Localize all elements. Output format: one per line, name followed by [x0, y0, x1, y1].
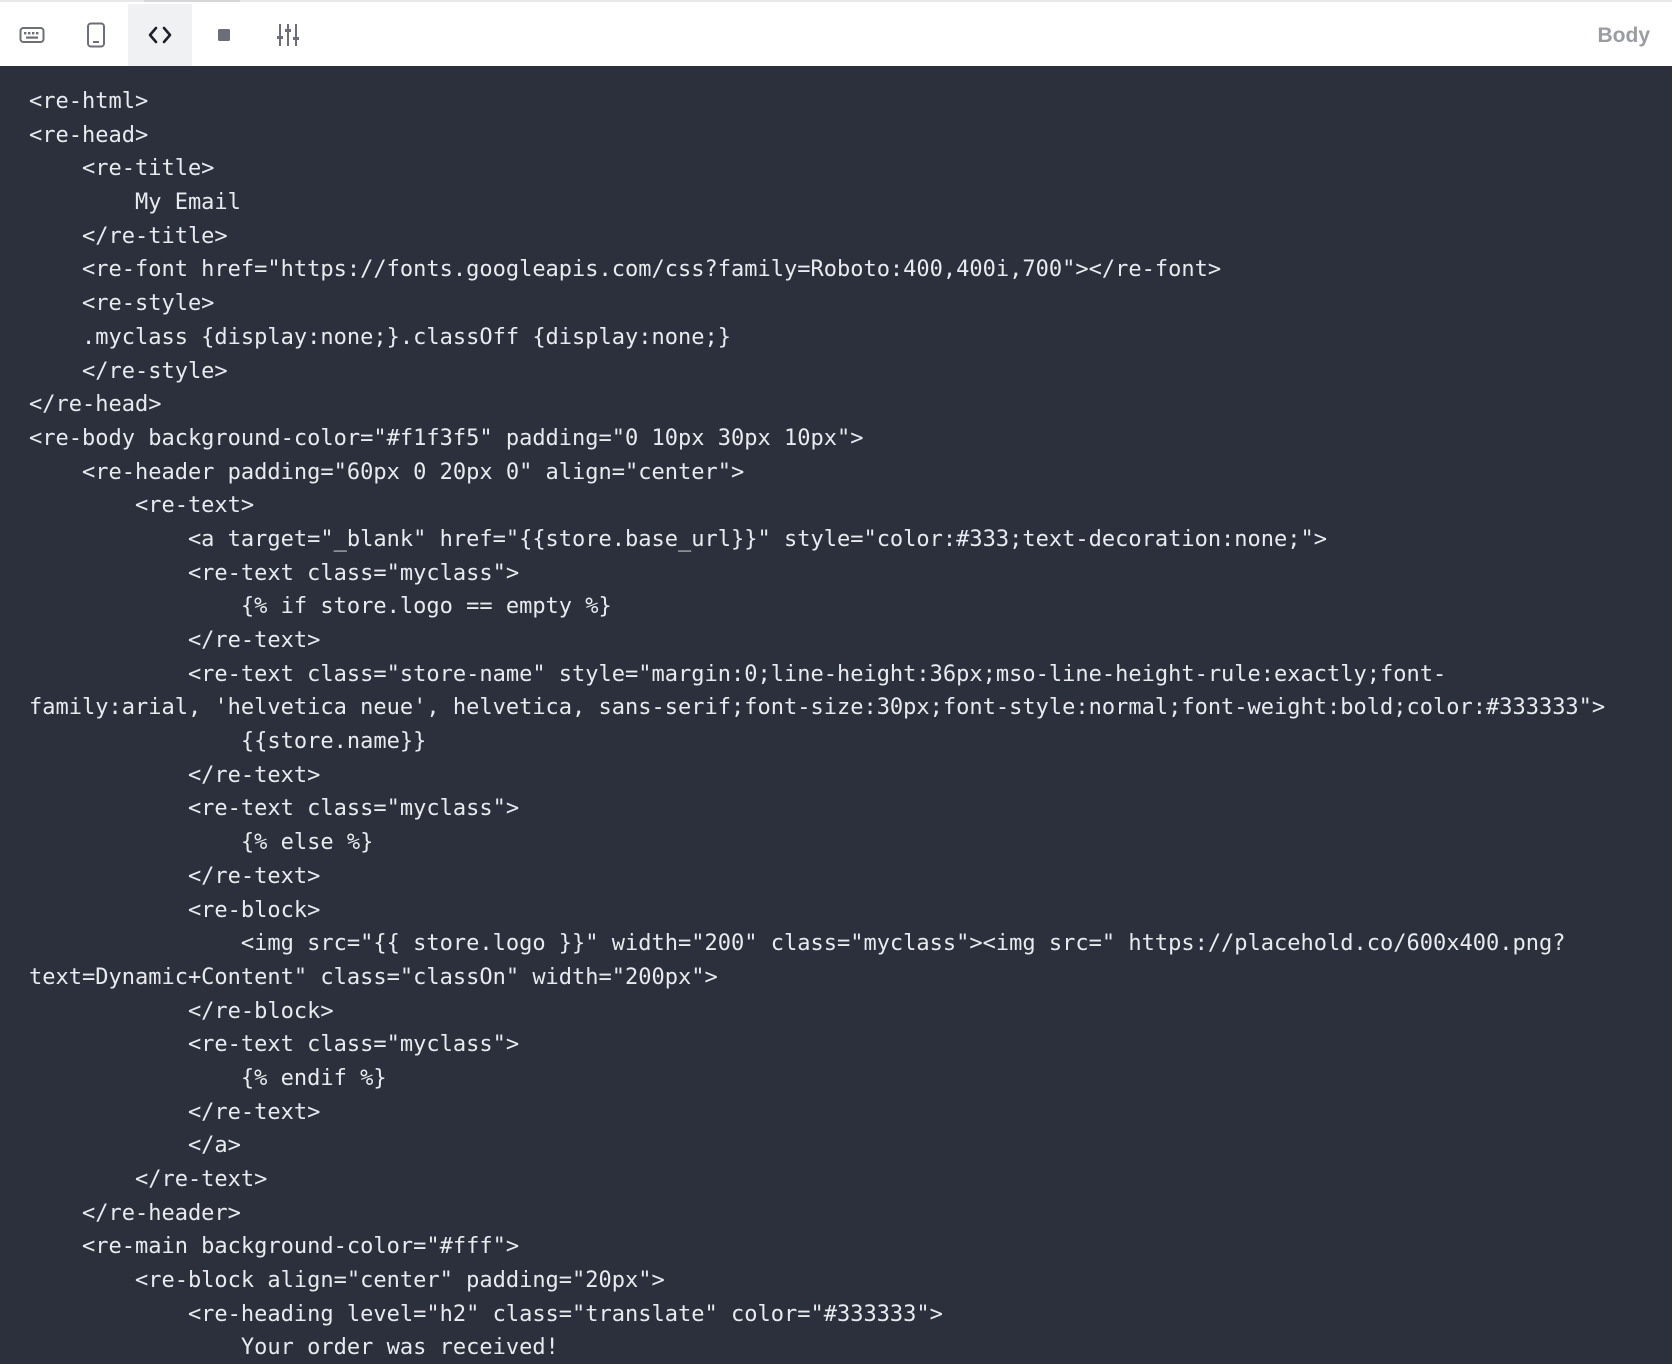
code-line[interactable]: </re-head>	[29, 388, 1672, 422]
code-line[interactable]: {% if store.logo == empty %}	[29, 590, 1672, 624]
code-line[interactable]: My Email	[29, 186, 1672, 220]
code-line[interactable]: </re-text>	[29, 860, 1672, 894]
code-line[interactable]: <img src="{{ store.logo }}" width="200" …	[29, 927, 1672, 961]
tablet-icon	[87, 22, 105, 48]
mobile-view-button[interactable]	[64, 4, 128, 66]
code-line[interactable]: <re-font href="https://fonts.googleapis.…	[29, 253, 1672, 287]
code-line[interactable]: <re-text class="myclass">	[29, 1028, 1672, 1062]
code-line[interactable]: <re-heading level="h2" class="translate"…	[29, 1298, 1672, 1332]
code-line[interactable]: <re-text>	[29, 489, 1672, 523]
code-line[interactable]: Your order was received!	[29, 1331, 1672, 1364]
code-editor[interactable]: <re-html> <re-head> <re-title> My Email <…	[0, 66, 1672, 1364]
editor-toolbar: Body	[0, 0, 1672, 66]
square-icon	[218, 29, 230, 41]
code-content[interactable]: <re-html> <re-head> <re-title> My Email <…	[0, 66, 1672, 1364]
code-line[interactable]: .myclass {display:none;}.classOff {displ…	[29, 321, 1672, 355]
code-line[interactable]: text=Dynamic+Content" class="classOn" wi…	[29, 961, 1672, 995]
code-line[interactable]: </re-block>	[29, 995, 1672, 1029]
code-line[interactable]: <re-block align="center" padding="20px">	[29, 1264, 1672, 1298]
code-line[interactable]: <re-block>	[29, 894, 1672, 928]
right-edge	[1672, 66, 1676, 1364]
code-view-button[interactable]	[128, 4, 192, 66]
code-line[interactable]: <re-header padding="60px 0 20px 0" align…	[29, 456, 1672, 490]
code-line[interactable]: {% else %}	[29, 826, 1672, 860]
code-line[interactable]: <re-style>	[29, 287, 1672, 321]
code-line[interactable]: <re-text class="myclass">	[29, 792, 1672, 826]
code-line[interactable]: </re-header>	[29, 1197, 1672, 1231]
sliders-icon	[277, 24, 299, 46]
keyboard-icon	[19, 27, 45, 43]
code-line[interactable]: </re-text>	[29, 1096, 1672, 1130]
code-line[interactable]: <re-title>	[29, 152, 1672, 186]
code-line[interactable]: </re-title>	[29, 220, 1672, 254]
code-line[interactable]: <re-text class="store-name" style="margi…	[29, 658, 1672, 692]
code-line[interactable]: <a target="_blank" href="{{store.base_ur…	[29, 523, 1672, 557]
code-brackets-icon	[148, 26, 172, 44]
code-line[interactable]: </re-text>	[29, 624, 1672, 658]
code-line[interactable]: <re-head>	[29, 119, 1672, 153]
tab-indicator	[144, 0, 240, 2]
code-line[interactable]: <re-main background-color="#fff">	[29, 1230, 1672, 1264]
stop-button[interactable]	[192, 4, 256, 66]
code-line[interactable]: </a>	[29, 1129, 1672, 1163]
settings-button[interactable]	[256, 4, 320, 66]
code-line[interactable]: </re-text>	[29, 1163, 1672, 1197]
code-line[interactable]: </re-text>	[29, 759, 1672, 793]
code-line[interactable]: {{store.name}}	[29, 725, 1672, 759]
code-line[interactable]: {% endif %}	[29, 1062, 1672, 1096]
keyboard-view-button[interactable]	[0, 4, 64, 66]
code-line[interactable]: family:arial, 'helvetica neue', helvetic…	[29, 691, 1672, 725]
section-label[interactable]: Body	[1598, 24, 1651, 48]
code-line[interactable]: <re-body background-color="#f1f3f5" padd…	[29, 422, 1672, 456]
code-line[interactable]: <re-text class="myclass">	[29, 557, 1672, 591]
code-line[interactable]: </re-style>	[29, 355, 1672, 389]
code-line[interactable]: <re-html>	[29, 85, 1672, 119]
